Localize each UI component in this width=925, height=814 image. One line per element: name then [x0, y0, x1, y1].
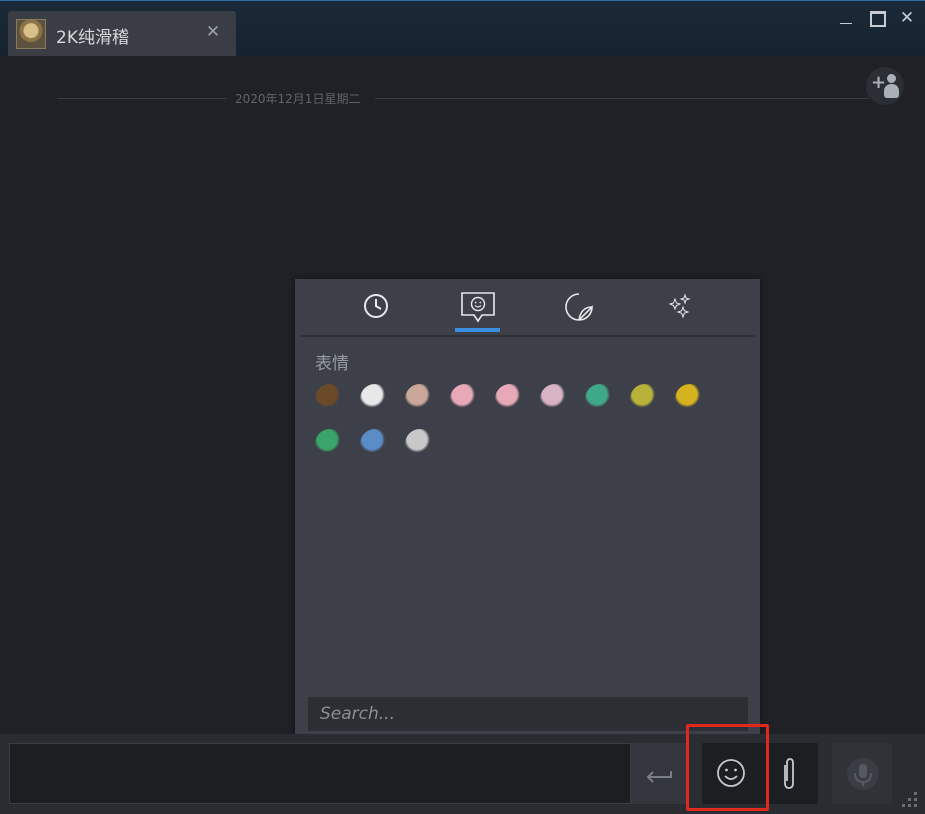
- divider: [375, 98, 869, 99]
- yellow-monster-shout-emoji[interactable]: [675, 384, 705, 414]
- seal-emoji[interactable]: [405, 384, 435, 414]
- microphone-icon: [847, 758, 879, 790]
- sticker-icon: [565, 293, 593, 321]
- message-input[interactable]: [9, 743, 631, 804]
- close-window-icon[interactable]: ✕: [897, 9, 917, 27]
- emoji-button[interactable]: [702, 743, 760, 804]
- resize-grip[interactable]: [902, 792, 920, 810]
- divider: [57, 98, 227, 99]
- paperclip-icon: [784, 758, 794, 789]
- message-composer: [0, 734, 925, 814]
- clock-icon: [364, 294, 388, 318]
- title-bar: 2K纯滑稽 ✕ ✕: [0, 0, 925, 57]
- active-tab-indicator: [455, 328, 500, 332]
- add-friend-button[interactable]: +: [866, 67, 904, 105]
- blue-monster-emoji[interactable]: [360, 429, 390, 459]
- chat-tab[interactable]: 2K纯滑稽 ✕: [8, 11, 236, 57]
- maximize-icon[interactable]: [867, 9, 887, 27]
- yellow-monster-angry-emoji[interactable]: [630, 384, 660, 414]
- person-icon-body: [884, 84, 899, 98]
- pig-sleeping-emoji[interactable]: [540, 384, 570, 414]
- emoji-picker-tabs: [300, 279, 755, 337]
- voice-button[interactable]: [832, 743, 892, 804]
- person-icon: [887, 74, 896, 83]
- tab-effects[interactable]: [657, 289, 703, 325]
- speech-bubble-smiley-icon: [461, 292, 495, 323]
- close-tab-icon[interactable]: ✕: [204, 23, 222, 41]
- thumbs-up-emoji[interactable]: [360, 384, 390, 414]
- emoji-search-input[interactable]: [308, 697, 748, 731]
- send-button[interactable]: [631, 743, 688, 804]
- emoji-search: [308, 697, 748, 731]
- green-monster-sleep-emoji[interactable]: [585, 384, 615, 414]
- minimize-icon[interactable]: [836, 9, 856, 27]
- date-label: 2020年12月1日星期二: [235, 92, 361, 106]
- sword-emoji[interactable]: [405, 429, 435, 459]
- avatar: [16, 19, 46, 49]
- pig-hat-2-emoji[interactable]: [495, 384, 525, 414]
- attach-button[interactable]: [760, 743, 818, 804]
- tab-stickers[interactable]: [555, 289, 601, 325]
- pig-hat-emoji[interactable]: [450, 384, 480, 414]
- tab-recent[interactable]: [353, 289, 399, 325]
- date-separator: 2020年12月1日星期二: [57, 90, 869, 106]
- poop-emoji[interactable]: [315, 384, 345, 414]
- sparkles-icon: [668, 293, 691, 319]
- tab-title: 2K纯滑稽: [56, 28, 129, 48]
- section-title: 表情: [315, 354, 349, 374]
- tab-emoticons[interactable]: [455, 289, 501, 325]
- green-monster-tongue-emoji[interactable]: [315, 429, 345, 459]
- smiley-icon: [717, 759, 745, 787]
- emoji-picker: 表情: [295, 279, 760, 744]
- enter-icon: [646, 771, 672, 783]
